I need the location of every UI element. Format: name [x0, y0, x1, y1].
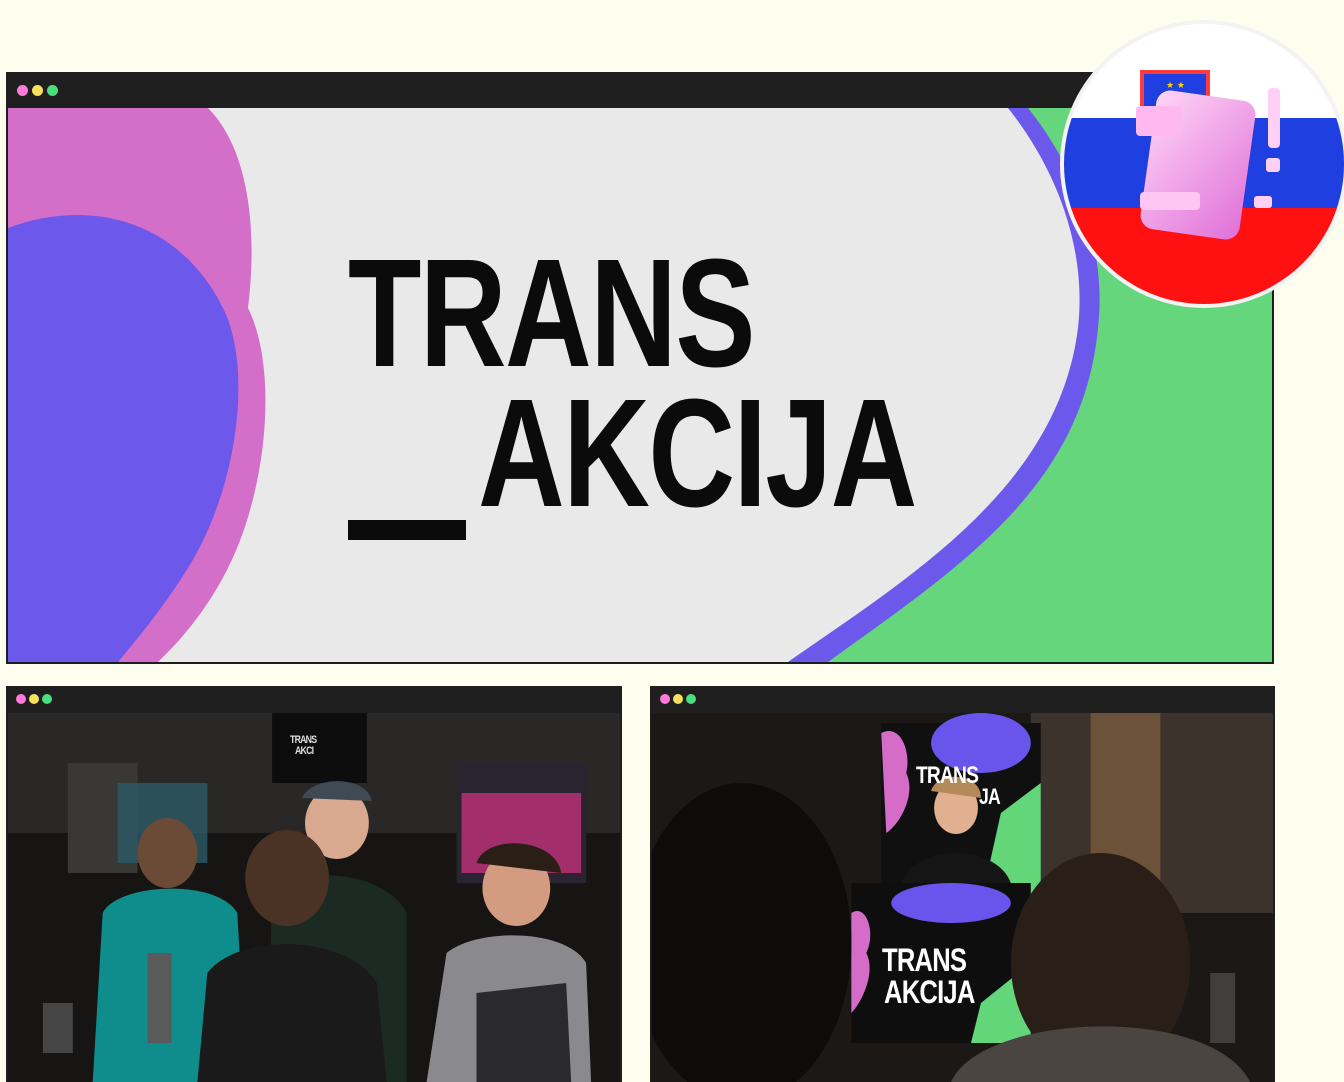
- window-close-dot[interactable]: [660, 694, 670, 704]
- window-maximize-dot[interactable]: [42, 694, 52, 704]
- photo-window-left: TRANS AKCI: [6, 686, 622, 1082]
- window-minimize-dot[interactable]: [32, 85, 43, 96]
- window-close-dot[interactable]: [17, 85, 28, 96]
- podium-text-akcija: AKCIJA: [884, 974, 975, 1010]
- podium-text-trans: TRANS: [882, 942, 967, 978]
- window-titlebar: [650, 686, 1275, 713]
- logo-underscore-bar: [348, 520, 466, 540]
- hanging-banner-text-1: TRANS: [290, 734, 317, 746]
- svg-text:★ ★: ★ ★: [1166, 81, 1185, 91]
- window-minimize-dot[interactable]: [29, 694, 39, 704]
- window-close-dot[interactable]: [16, 694, 26, 704]
- logo-text-akcija: AKCIJA: [478, 367, 917, 539]
- backdrop-text-ja: JA: [979, 784, 1001, 809]
- window-minimize-dot[interactable]: [673, 694, 683, 704]
- hanging-banner-text-2: AKCI: [295, 745, 314, 757]
- photo-scene: [8, 713, 620, 1082]
- event-photo-speaker: TRANS JA TRANS AKCIJA: [652, 713, 1273, 1082]
- event-photo-crowd: TRANS AKCI: [8, 713, 620, 1082]
- photo-window-right: TRANS JA TRANS AKCIJA: [650, 686, 1275, 1082]
- backdrop-text-trans: TRANS: [916, 762, 979, 789]
- window-titlebar: [6, 686, 622, 713]
- window-maximize-dot[interactable]: [686, 694, 696, 704]
- window-maximize-dot[interactable]: [47, 85, 58, 96]
- slovenia-flag-sticker-icon: ★ ★ ★: [1060, 20, 1344, 308]
